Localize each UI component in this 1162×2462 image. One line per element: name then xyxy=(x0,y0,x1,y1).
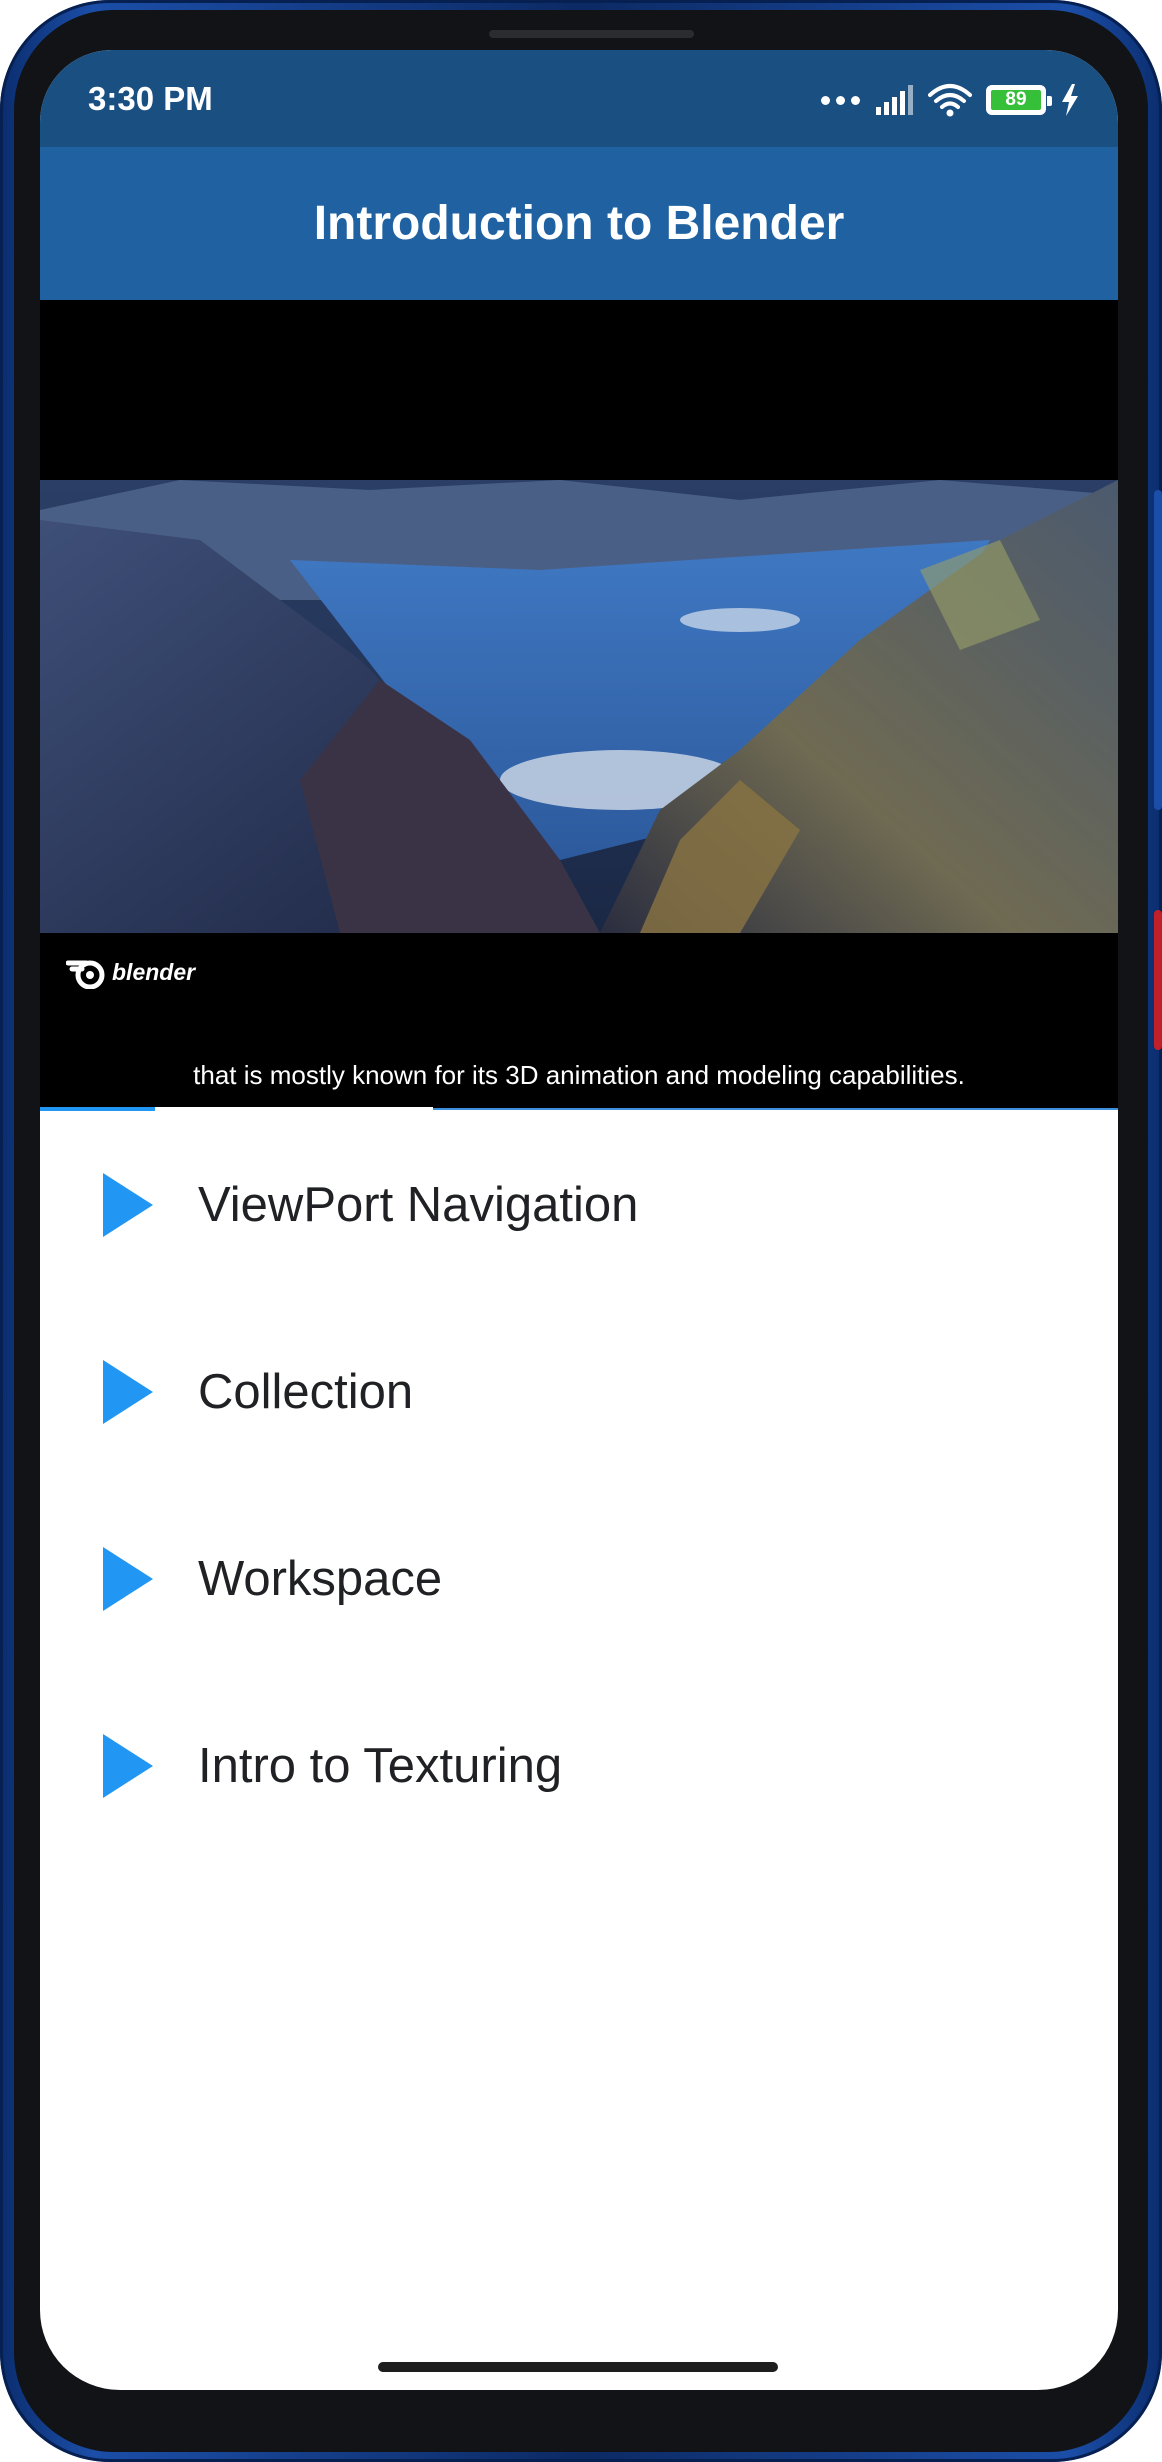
power-button xyxy=(1154,910,1162,1050)
lesson-label: Workspace xyxy=(198,1551,443,1606)
lesson-item-intro-to-texturing[interactable]: Intro to Texturing xyxy=(40,1672,1118,1859)
lesson-label: Collection xyxy=(198,1364,414,1419)
battery-icon: 89 xyxy=(986,85,1052,115)
status-bar: 3:30 PM 89 xyxy=(40,50,1118,147)
charging-icon xyxy=(1062,84,1078,116)
lesson-item-workspace[interactable]: Workspace xyxy=(40,1485,1118,1672)
signal-icon xyxy=(876,85,913,115)
volume-button xyxy=(1154,490,1162,810)
blender-logo: blender xyxy=(66,955,195,989)
play-icon xyxy=(103,1733,153,1798)
wifi-icon xyxy=(928,84,972,117)
lesson-item-viewport-navigation[interactable]: ViewPort Navigation xyxy=(40,1111,1118,1298)
screen: 3:30 PM 89 Introduction to Blender blend… xyxy=(40,50,1118,2390)
video-frame xyxy=(40,480,1118,933)
home-indicator[interactable] xyxy=(378,2362,778,2372)
blender-logo-icon xyxy=(66,960,105,989)
play-icon xyxy=(103,1359,153,1424)
lesson-label: Intro to Texturing xyxy=(198,1738,563,1793)
video-caption: that is mostly known for its 3D animatio… xyxy=(193,1060,965,1090)
status-time: 3:30 PM xyxy=(88,80,213,117)
video-player[interactable]: blender that is mostly known for its 3D … xyxy=(40,300,1118,1110)
app-bar: Introduction to Blender xyxy=(40,147,1118,300)
earpiece-speaker xyxy=(489,30,694,38)
page-title: Introduction to Blender xyxy=(313,197,845,250)
status-icons: 89 xyxy=(821,80,1080,120)
phone-frame: 3:30 PM 89 Introduction to Blender blend… xyxy=(0,0,1162,2462)
play-icon xyxy=(103,1172,153,1237)
more-dots-icon xyxy=(821,95,860,105)
blender-logo-text: blender xyxy=(112,958,196,985)
lesson-label: ViewPort Navigation xyxy=(198,1177,639,1232)
play-icon xyxy=(103,1546,153,1611)
lesson-item-collection[interactable]: Collection xyxy=(40,1298,1118,1485)
battery-level: 89 xyxy=(991,89,1041,110)
